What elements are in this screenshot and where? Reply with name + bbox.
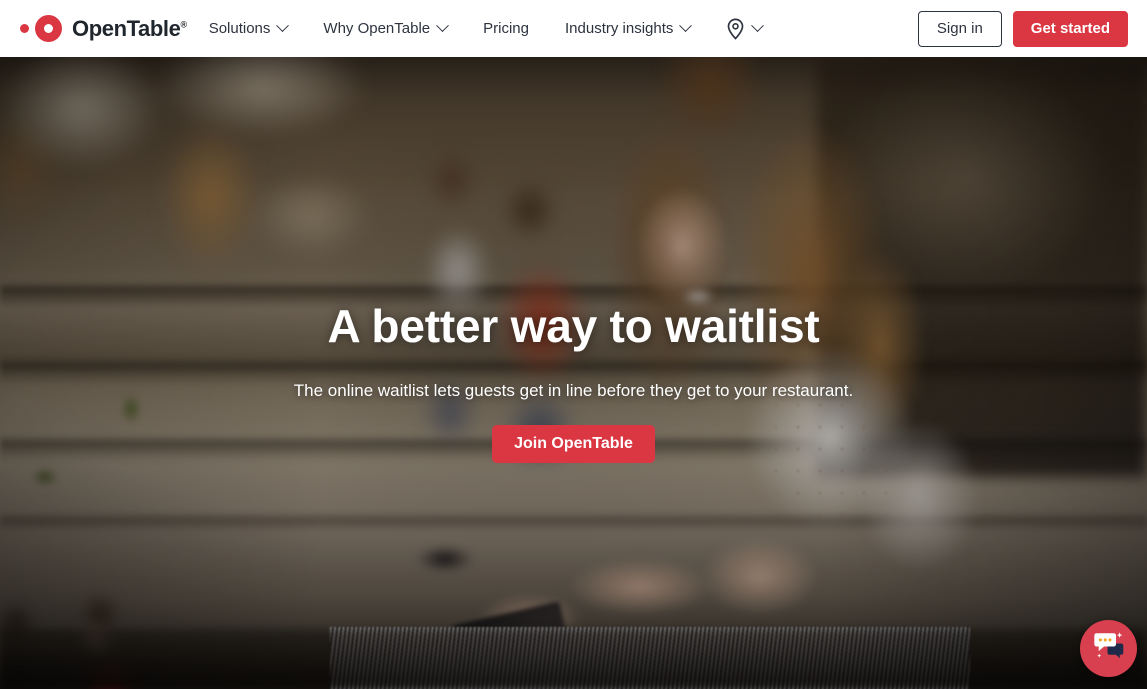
get-started-button[interactable]: Get started (1012, 10, 1128, 47)
logo-registered-mark: ® (180, 19, 187, 30)
chat-launcher-button[interactable] (1080, 620, 1137, 677)
logo-dot-icon (20, 24, 29, 33)
logo-wordmark: OpenTable® (72, 16, 187, 42)
nav-item-industry-insights-label: Industry insights (565, 20, 674, 37)
nav-item-industry-insights[interactable]: Industry insights (547, 0, 708, 57)
nav-item-solutions-label: Solutions (208, 20, 271, 37)
chevron-down-icon (751, 19, 765, 33)
logo-ring-icon (35, 15, 62, 42)
hero-title: A better way to waitlist (327, 300, 820, 352)
primary-nav-links: Solutions Why OpenTable Pricing Industry… (209, 0, 781, 57)
top-navigation-bar: OpenTable® Solutions Why OpenTable Prici… (0, 0, 1147, 57)
chevron-down-icon (679, 19, 693, 33)
nav-item-solutions[interactable]: Solutions (209, 0, 306, 57)
nav-item-pricing-label: Pricing (483, 20, 529, 37)
chevron-down-icon (276, 19, 290, 33)
sign-in-button[interactable]: Sign in (917, 10, 1002, 47)
chat-bubble-icon (1091, 629, 1127, 668)
nav-item-region-selector[interactable] (708, 0, 780, 57)
location-pin-icon (726, 18, 745, 40)
nav-item-pricing[interactable]: Pricing (465, 0, 547, 57)
join-opentable-button[interactable]: Join OpenTable (492, 425, 655, 463)
opentable-logo[interactable]: OpenTable® (20, 0, 187, 57)
hero-content: A better way to waitlist The online wait… (0, 57, 1147, 689)
chevron-down-icon (436, 19, 450, 33)
nav-item-why-opentable[interactable]: Why OpenTable (305, 0, 465, 57)
hero-subtitle: The online waitlist lets guests get in l… (293, 381, 854, 400)
nav-actions: Sign in Get started (917, 10, 1128, 47)
hero-section: A better way to waitlist The online wait… (0, 57, 1147, 689)
nav-item-why-opentable-label: Why OpenTable (323, 20, 431, 37)
logo-brand-name: OpenTable (72, 15, 181, 41)
